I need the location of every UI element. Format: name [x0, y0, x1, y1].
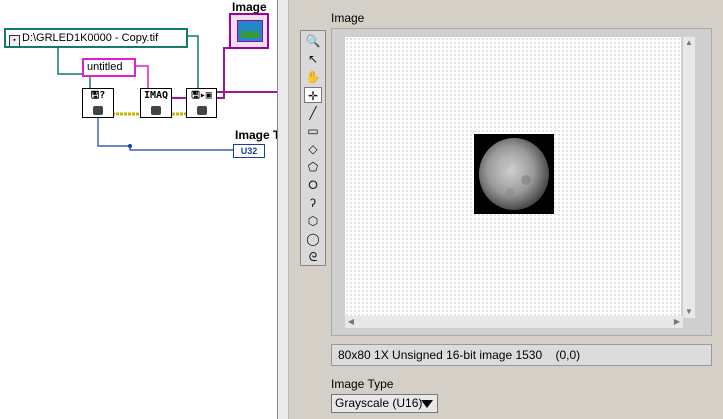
cursor-coords: (0,0)	[555, 348, 581, 362]
rotated-rectangle-tool-icon[interactable]: ◇	[304, 141, 322, 157]
read-icon	[196, 106, 207, 115]
picture-icon	[237, 20, 263, 42]
image-type-indicator-label: Image T	[235, 128, 281, 142]
image-type-value: Grayscale (U16)	[335, 396, 423, 410]
oval-tool-icon[interactable]: ◯	[304, 231, 322, 247]
imaq-create-glyph: IMAQ	[143, 90, 169, 101]
file-info-vi[interactable]: 🖫?	[82, 88, 114, 118]
image-display-label: Image	[331, 11, 365, 25]
imaq-icon	[151, 106, 161, 115]
scroll-left-icon[interactable]: ◀	[345, 316, 357, 328]
imaq-create-vi[interactable]: IMAQ	[140, 88, 172, 118]
horizontal-scrollbar[interactable]: ◀ ▶	[345, 316, 683, 328]
image-info-text: 80x80 1X Unsigned 16-bit image 1530	[338, 348, 543, 362]
image-type-wire[interactable]	[97, 118, 233, 151]
polygon-tool-icon[interactable]: ⭘	[304, 177, 322, 193]
pan-tool-icon[interactable]: ✋	[304, 69, 322, 85]
wires	[57, 35, 277, 151]
path-icon: ▪	[9, 35, 20, 46]
image-indicator-terminal[interactable]	[229, 13, 269, 49]
read-file-glyph: 🖫▸▣	[191, 90, 212, 101]
block-diagram: ▪ D:\GRLED1K0000 - Copy.tif untitled 🖫? I…	[0, 0, 281, 419]
image-indicator-label: Image	[232, 0, 267, 14]
scroll-up-icon[interactable]: ▲	[683, 37, 695, 49]
path-constant-value: D:\GRLED1K0000 - Copy.tif	[22, 32, 159, 44]
pointer-tool-icon[interactable]: ↖	[304, 51, 322, 67]
path-constant[interactable]: ▪ D:\GRLED1K0000 - Copy.tif	[4, 28, 188, 48]
scroll-right-icon[interactable]: ▶	[671, 316, 683, 328]
annulus-tool-icon[interactable]: ⬠	[304, 159, 322, 175]
scroll-down-icon[interactable]: ▼	[683, 306, 695, 318]
vertical-scrollbar[interactable]: ▲ ▼	[683, 37, 695, 318]
image-name-constant[interactable]: untitled	[82, 58, 136, 77]
read-file-vi[interactable]: 🖫▸▣	[186, 88, 217, 118]
file-info-glyph: 🖫?	[90, 90, 106, 101]
image-info-bar: 80x80 1X Unsigned 16-bit image 1530 (0,0…	[331, 344, 712, 366]
broken-line-tool-icon[interactable]: ᘓ	[304, 249, 322, 265]
image-content	[479, 138, 549, 210]
window-splitter[interactable]	[277, 0, 289, 419]
wire-junction	[128, 144, 132, 148]
tools-palette: 🔍 ↖ ✋ ✛ ╱ ▭ ◇ ⬠ ⭘ ʔ ⬡ ◯ ᘓ	[300, 30, 326, 266]
disk-icon	[93, 106, 103, 115]
line-tool-icon[interactable]: ╱	[304, 105, 322, 121]
image-type-terminal[interactable]: U32	[233, 144, 265, 158]
freehand-line-tool-icon[interactable]: ʔ	[304, 195, 322, 211]
image-type-label: Image Type	[331, 377, 394, 391]
chevron-down-icon[interactable]	[421, 400, 433, 408]
point-tool-icon[interactable]: ✛	[304, 87, 322, 103]
zoom-tool-icon[interactable]: 🔍	[304, 33, 322, 49]
displayed-image	[474, 134, 554, 214]
image-type-dropdown[interactable]: Grayscale (U16)	[331, 394, 438, 413]
rectangle-tool-icon[interactable]: ▭	[304, 123, 322, 139]
freehand-region-tool-icon[interactable]: ⬡	[304, 213, 322, 229]
